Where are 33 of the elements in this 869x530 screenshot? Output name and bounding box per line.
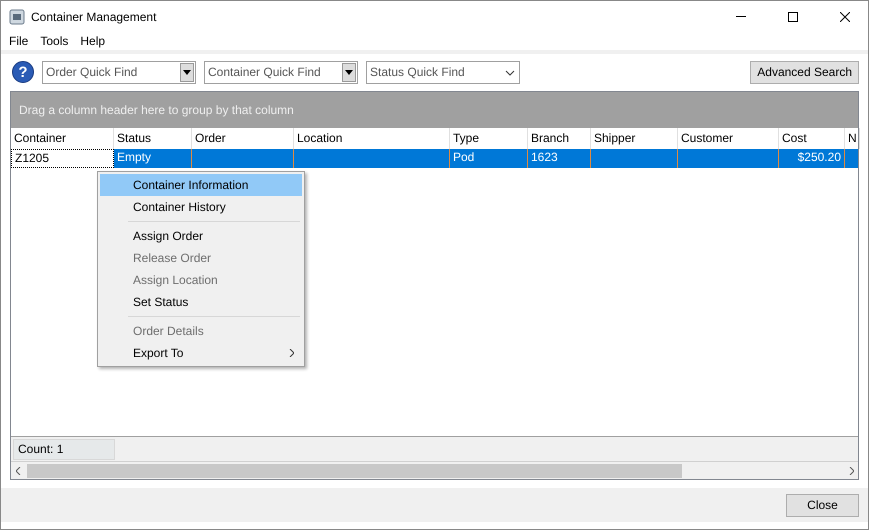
record-count: Count: 1 [13, 438, 115, 460]
quick-find-combo[interactable]: Status Quick Find [366, 60, 520, 84]
table-cell [845, 149, 858, 168]
table-cell: 1623 [528, 149, 591, 168]
context-menu-item[interactable]: Export To [100, 342, 302, 364]
help-button[interactable]: ? [12, 61, 34, 83]
context-menu-item[interactable]: Assign Order [100, 225, 302, 247]
quick-find-combo[interactable]: Order Quick Find [42, 60, 196, 84]
context-menu-item[interactable]: Container Information [100, 174, 302, 196]
horizontal-scrollbar[interactable] [11, 461, 858, 479]
quick-find-combo[interactable]: Container Quick Find [204, 60, 358, 84]
menu-item[interactable]: File [3, 32, 34, 50]
table-row[interactable]: Z1205 Empty Pod 1623 $250.20 [11, 149, 858, 168]
menu-item[interactable]: Tools [34, 32, 74, 50]
scroll-right-icon[interactable] [848, 466, 854, 474]
maximize-icon [788, 12, 798, 22]
close-button[interactable]: Close [786, 494, 859, 516]
caret-icon [183, 70, 191, 74]
window-title: Container Management [31, 10, 158, 24]
group-panel: Drag a column header here to group by that column [11, 92, 858, 128]
minimize-icon [736, 16, 746, 17]
context-menu-item[interactable]: Set Status [100, 291, 302, 313]
menu-item[interactable]: Help [74, 32, 112, 50]
table-cell: Pod [450, 149, 528, 168]
caret-icon [345, 70, 353, 74]
advanced-search-button[interactable]: Advanced Search [750, 60, 859, 84]
table-cell: $250.20 [779, 149, 845, 168]
chevron-down-icon [505, 70, 515, 76]
app-icon [9, 8, 25, 24]
table-cell: Z1205 [11, 149, 114, 168]
scroll-left-icon[interactable] [16, 466, 20, 474]
table-cell: Empty [114, 149, 192, 168]
context-menu-item[interactable]: Container History [100, 196, 302, 218]
